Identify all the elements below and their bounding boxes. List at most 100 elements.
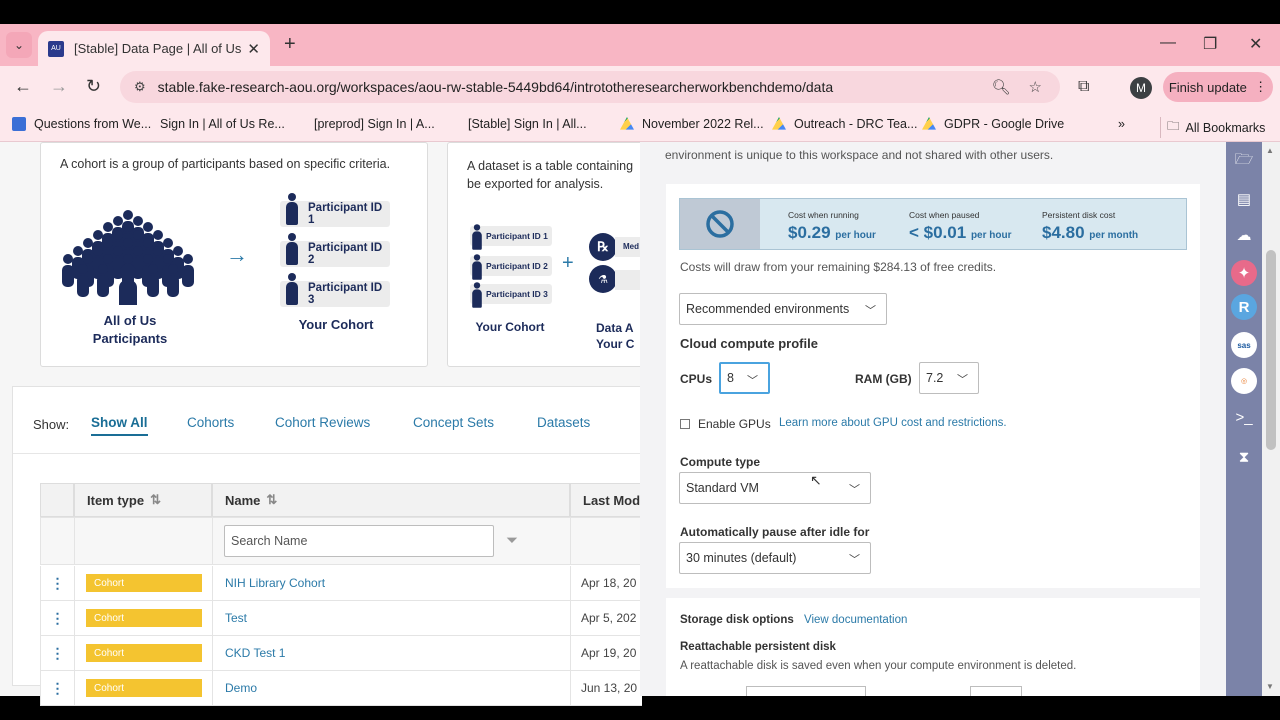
disk-type-select[interactable] [746,686,866,696]
gpu-learn-more-link[interactable]: Learn more about GPU cost and restrictio… [779,417,1007,429]
name-cell: CKD Test 1 [212,636,570,671]
notebook-icon[interactable]: ▤ [1231,186,1257,212]
modified-date: Apr 19, 20 [581,646,637,660]
bookmark-item[interactable]: GDPR - Google Drive [922,117,1064,131]
bookmark-item[interactable]: [preprod] Sign In | A... [314,117,435,249]
sort-icon[interactable]: ⇅ [266,492,277,508]
person-icon [286,193,298,225]
tab-close-icon[interactable]: ✕ [247,40,260,58]
bookmark-star-icon[interactable]: ☆ [1029,78,1042,96]
cost-unit: per month [1089,230,1139,241]
resource-name-link[interactable]: Demo [213,681,257,695]
forward-icon[interactable]: → [50,76,68,97]
bookmark-item[interactable]: November 2022 Rel... [620,117,764,131]
crowd-person-head [123,254,133,264]
search-name-input[interactable]: Search Name [224,525,494,557]
page-scrollbar[interactable]: ▲ ▼ [1262,142,1280,696]
crowd-person-head [78,264,88,274]
plus-icon: + [562,252,574,274]
bookmark-item[interactable]: Questions from We... [12,117,151,131]
autopause-select[interactable]: 30 minutes (default) ﹀ [679,542,871,574]
all-bookmarks[interactable]: 🗀 All Bookmarks [1160,117,1265,138]
tab-show-all[interactable]: Show All [91,415,148,436]
finish-update-button[interactable]: Finish update ⋮ [1163,72,1273,102]
restore-icon[interactable]: ❐ [1203,34,1217,54]
close-window-icon[interactable]: ✕ [1249,34,1262,54]
show-label: Show: [33,417,70,432]
crowd-person-head [123,210,133,220]
crowd-person-head [83,254,93,264]
select-value: Standard VM [686,481,759,495]
view-documentation-link[interactable]: View documentation [804,614,907,626]
crowd-person-head [133,230,143,240]
filter-funnel-icon[interactable]: ⏷ [506,532,518,549]
table-header-name[interactable]: Name ⇅ [212,483,570,517]
bookmark-item[interactable]: Outreach - DRC Tea... [772,117,917,131]
tab-cohorts[interactable]: Cohorts [187,415,234,430]
kebab-menu-icon[interactable]: ⋮ [41,610,74,627]
r-icon[interactable]: R [1231,294,1257,320]
crowd-person-head [143,254,153,264]
resource-name-link[interactable]: NIH Library Cohort [213,576,325,590]
tab-concept-sets[interactable]: Concept Sets [413,415,494,430]
more-bookmarks-icon[interactable]: » [1118,117,1125,131]
sort-icon[interactable]: ⇅ [150,492,161,508]
kebab-menu-icon[interactable]: ⋮ [41,575,74,592]
omnibox[interactable]: ⚙ stable.fake-research-aou.org/workspace… [120,71,1060,103]
scroll-up-icon[interactable]: ▲ [1266,146,1274,155]
terminal-icon[interactable]: >_ [1231,404,1257,430]
tab-cohort-reviews[interactable]: Cohort Reviews [275,415,370,430]
folder-icon[interactable]: 🗁 [1231,148,1257,174]
data-analysis-label: Data A Your C [596,321,635,351]
table-header-last-modified[interactable]: Last Mod [570,483,642,517]
last-modified-cell: Jun 13, 20 [570,671,642,706]
ram-select[interactable]: 7.2 ﹀ [919,362,979,394]
crowd-person-body [119,280,137,305]
last-modified-cell: Apr 19, 20 [570,636,642,671]
item-type-cell: Cohort [74,671,212,706]
reattach-title: Reattachable persistent disk [680,641,836,653]
scroll-down-icon[interactable]: ▼ [1266,682,1274,691]
zoom-icon[interactable]: 🔍︎ [992,78,1011,96]
compute-type-select[interactable]: Standard VM ﹀ [679,472,871,504]
url-text[interactable]: stable.fake-research-aou.org/workspaces/… [158,79,992,95]
tab-datasets[interactable]: Datasets [537,415,590,430]
profile-avatar[interactable]: M [1130,77,1152,99]
kebab-menu-icon[interactable]: ⋮ [41,645,74,662]
cpus-select[interactable]: 8 ﹀ [719,362,770,394]
cromwell-icon[interactable]: ✦ [1231,260,1257,286]
item-type-cell: Cohort [74,601,212,636]
crowd-person-head [143,238,153,248]
person-icon [286,273,298,305]
active-tab[interactable]: AU [Stable] Data Page | All of Us Re ✕ [38,31,270,66]
header-label: Name [225,492,261,508]
crowd-icon [62,210,194,305]
header-label: Item type [87,492,145,508]
environment-select[interactable]: Recommended environments ﹀ [679,293,887,325]
enable-gpus-checkbox[interactable] [680,419,690,429]
table-header-item-type[interactable]: Item type ⇅ [74,483,212,517]
resource-name-link[interactable]: CKD Test 1 [213,646,285,660]
bookmark-item[interactable]: Sign In | All of Us Re... [160,117,285,249]
site-info-icon[interactable]: ⚙ [134,79,146,95]
crowd-person-head [93,230,103,240]
extensions-icon[interactable]: ⧉ [1078,78,1089,96]
cloud-icon[interactable]: ☁ [1231,222,1257,248]
new-tab-icon[interactable]: + [284,33,296,56]
bookmark-item[interactable]: [Stable] Sign In | All... [468,117,587,249]
disk-size-input[interactable] [970,686,1022,696]
kebab-menu-icon[interactable]: ⋮ [41,680,74,697]
jupyter-icon[interactable]: ◎ [1231,368,1257,394]
hourglass-icon[interactable]: ⧗ [1231,444,1257,470]
sas-icon[interactable]: sas [1231,332,1257,358]
scrollbar-thumb[interactable] [1266,250,1276,450]
address-bar-row: ← → ↻ ⚙ stable.fake-research-aou.org/wor… [0,66,1280,108]
minimize-icon[interactable]: — [1160,34,1176,52]
bookmark-label: Questions from We... [34,117,152,131]
select-value: Recommended environments [686,302,850,316]
resource-name-link[interactable]: Test [213,611,247,625]
tab-search-button[interactable]: ⌄ [6,32,32,58]
back-icon[interactable]: ← [14,76,32,97]
crowd-person-head [153,230,163,240]
reload-icon[interactable]: ↻ [86,76,101,97]
